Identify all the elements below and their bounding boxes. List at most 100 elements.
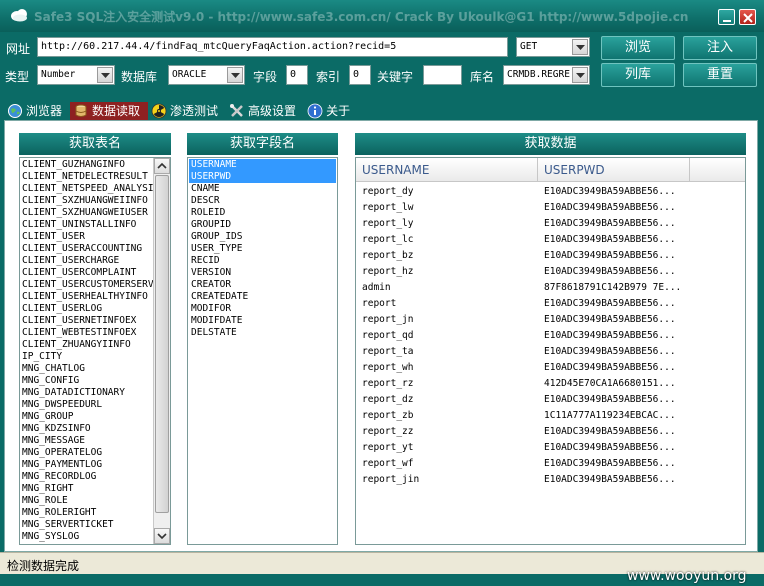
field-list-item[interactable]: GROUPID [189,219,336,231]
table-list-item[interactable]: MNG_OPERATELOG [20,447,153,459]
method-dropdown-button[interactable] [572,39,588,55]
field-list-item[interactable]: GROUP_IDS [189,231,336,243]
table-list-item[interactable]: CLIENT_USERCHARGE [20,255,153,267]
database-select[interactable]: ORACLE [168,65,245,85]
table-list-item[interactable]: CLIENT_USERCUSTOMERSERVICE [20,279,153,291]
database-dropdown-button[interactable] [227,67,243,83]
title-bar[interactable]: Safe3 SQL注入安全测试v9.0 - http://www.safe3.c… [0,0,764,32]
tab-pentest[interactable]: 渗透测试 [148,102,226,120]
minimize-button[interactable] [718,9,735,25]
table-list-item[interactable]: CLIENT_USERNETINFOEX [20,315,153,327]
field-list-item[interactable]: MODIFDATE [189,315,336,327]
field-list-item[interactable]: ROLEID [189,207,336,219]
keyword-input[interactable] [423,65,462,85]
table-list-item[interactable]: MNG_MESSAGE [20,435,153,447]
field-list-item[interactable]: DESCR [189,195,336,207]
column-header-userpwd[interactable]: USERPWD [538,158,690,182]
table-list-item[interactable]: CLIENT_ZHUANGYIINFO [20,339,153,351]
table-row[interactable]: report_dy E10ADC3949BA59ABBE56... [356,184,745,200]
table-list-item[interactable]: MNG_CONFIG [20,375,153,387]
field-list-item[interactable]: VERSION [189,267,336,279]
tab-data-read[interactable]: 数据读取 [70,102,149,120]
index-input[interactable]: 0 [349,65,371,85]
field-list-item[interactable]: MODIFOR [189,303,336,315]
table-row[interactable]: report_wf E10ADC3949BA59ABBE56... [356,456,745,472]
field-list-item[interactable]: CREATEDATE [189,291,336,303]
field-list-item[interactable]: USER_TYPE [189,243,336,255]
table-row[interactable]: report_yt E10ADC3949BA59ABBE56... [356,440,745,456]
table-list-item[interactable]: CLIENT_USERLOG [20,303,153,315]
table-list-item[interactable]: MNG_SERVERTICKET [20,519,153,531]
field-list-item[interactable]: DELSTATE [189,327,336,339]
table-list-item[interactable]: MNG_SYSLOG [20,531,153,543]
table-list-item[interactable]: MNG_ROLE [20,495,153,507]
table-row[interactable]: report_bz E10ADC3949BA59ABBE56... [356,248,745,264]
table-row[interactable]: report E10ADC3949BA59ABBE56... [356,296,745,312]
browse-button[interactable]: 浏览 [601,36,675,60]
tables-list[interactable]: CLIENT_GUZHANGINFO CLIENT_NETDELECTRESULT… [19,157,171,545]
table-list-item[interactable]: MNG_RECORDLOG [20,471,153,483]
index-label: 索引 [316,70,341,84]
inject-button[interactable]: 注入 [683,36,757,60]
table-row[interactable]: report_zz E10ADC3949BA59ABBE56... [356,424,745,440]
reset-button[interactable]: 重置 [683,63,757,87]
list-database-button[interactable]: 列库 [601,63,675,87]
table-list-item[interactable]: MNG_RIGHT [20,483,153,495]
table-list-item[interactable]: MNG_CHATLOG [20,363,153,375]
field-list-item[interactable]: CNAME [189,183,336,195]
table-list-item[interactable]: CLIENT_GUZHANGINFO [20,159,153,171]
tab-browser[interactable]: 浏览器 [4,102,70,120]
table-row[interactable]: report_zb 1C11A777A119234EBCAC... [356,408,745,424]
field-list-item[interactable]: RECID [189,255,336,267]
table-list-item[interactable]: CLIENT_USER [20,231,153,243]
table-row[interactable]: report_qd E10ADC3949BA59ABBE56... [356,328,745,344]
table-list-item[interactable]: CLIENT_USERACCOUNTING [20,243,153,255]
table-row[interactable]: report_jin E10ADC3949BA59ABBE56... [356,472,745,488]
table-list-item[interactable]: CLIENT_NETSPEED_ANALYSIS [20,183,153,195]
table-row[interactable]: report_lw E10ADC3949BA59ABBE56... [356,200,745,216]
scroll-up-button[interactable] [154,158,170,174]
dbname-dropdown-button[interactable] [572,67,588,83]
table-list-item[interactable]: MNG_KDZSINFO [20,423,153,435]
table-list-item[interactable]: CLIENT_NETDELECTRESULT [20,171,153,183]
field-count-input[interactable]: 0 [286,65,308,85]
tables-scrollbar[interactable] [153,158,170,544]
table-row[interactable]: admin 87F8618791C142B979 7E... [356,280,745,296]
fields-list[interactable]: USERNAME USERPWD CNAME DESCR ROLEID GROUPID GR… [187,157,338,545]
table-list-item[interactable]: MNG_DATADICTIONARY [20,387,153,399]
tab-advanced[interactable]: 高级设置 [226,102,304,120]
table-row[interactable]: report_ly E10ADC3949BA59ABBE56... [356,216,745,232]
table-row[interactable]: report_rz 412D45E70CA1A6680151... [356,376,745,392]
field-list-item[interactable]: USERNAME [189,159,336,171]
table-list-item[interactable]: CLIENT_UNINSTALLINFO [20,219,153,231]
table-list-item[interactable]: MNG_ROLERIGHT [20,507,153,519]
table-row[interactable]: report_hz E10ADC3949BA59ABBE56... [356,264,745,280]
scroll-thumb[interactable] [155,175,169,513]
close-button[interactable] [739,9,756,25]
table-row[interactable]: report_jn E10ADC3949BA59ABBE56... [356,312,745,328]
table-row[interactable]: report_lc E10ADC3949BA59ABBE56... [356,232,745,248]
table-row[interactable]: report_wh E10ADC3949BA59ABBE56... [356,360,745,376]
table-list-item[interactable]: CLIENT_USERHEALTHYINFO [20,291,153,303]
url-input[interactable]: http://60.217.44.4/findFaq_mtcQueryFaqAc… [37,37,508,57]
table-list-item[interactable]: IP_CITY [20,351,153,363]
table-list-item[interactable]: MNG_PAYMENTLOG [20,459,153,471]
table-row[interactable]: report_ta E10ADC3949BA59ABBE56... [356,344,745,360]
method-select[interactable]: GET [516,37,590,57]
table-list-item[interactable]: CLIENT_WEBTESTINFOEX [20,327,153,339]
table-list-item[interactable]: CLIENT_SXZHUANGWEIUSER [20,207,153,219]
type-select[interactable]: Number [37,65,115,85]
field-list-item[interactable]: CREATOR [189,279,336,291]
type-dropdown-button[interactable] [97,67,113,83]
table-list-item[interactable]: CLIENT_SXZHUANGWEIINFO [20,195,153,207]
tab-about[interactable]: 关于 [304,102,358,120]
table-list-item[interactable]: CLIENT_USERCOMPLAINT [20,267,153,279]
scroll-down-button[interactable] [154,528,170,544]
dbname-select[interactable]: CRMDB.REGRE [503,65,590,85]
table-list-item[interactable]: MNG_DWSPEEDURL [20,399,153,411]
table-row[interactable]: report_dz E10ADC3949BA59ABBE56... [356,392,745,408]
column-header-username[interactable]: USERNAME [356,158,538,182]
field-list-item[interactable]: USERPWD [189,171,336,183]
data-grid[interactable]: USERNAME USERPWD report_dy E10ADC3949BA59… [355,157,746,545]
table-list-item[interactable]: MNG_GROUP [20,411,153,423]
